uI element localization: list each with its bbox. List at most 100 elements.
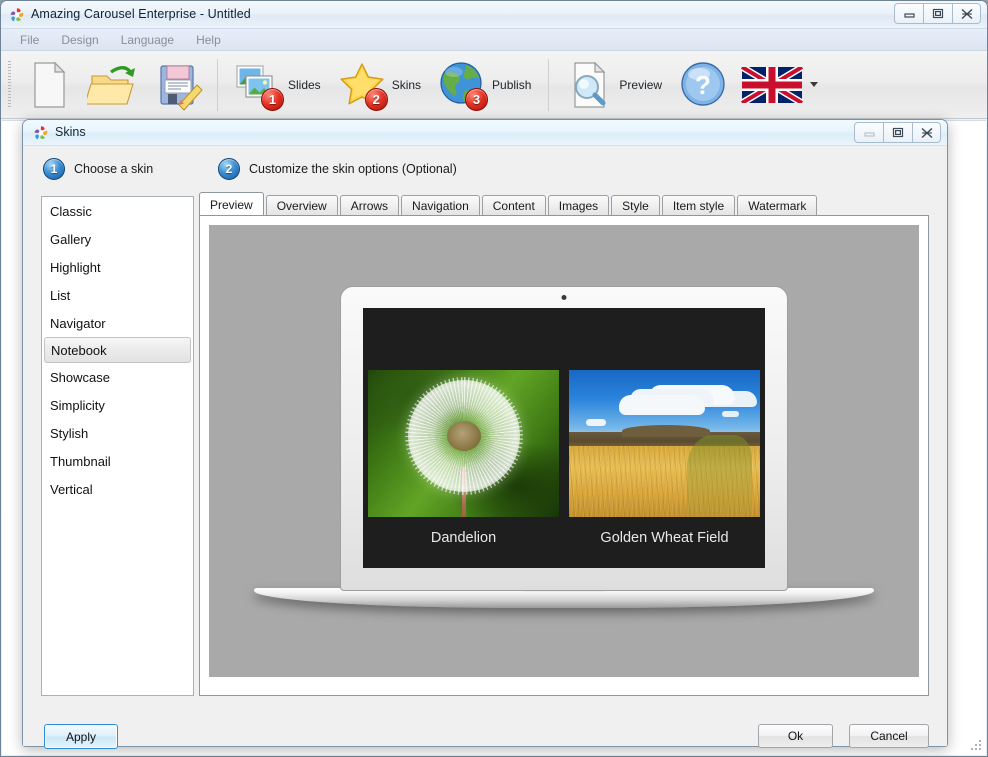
preview-magnifier-icon xyxy=(563,58,615,112)
open-folder-icon xyxy=(84,58,139,112)
carousel: Dandelion Golden Wheat Field xyxy=(363,370,765,546)
skin-list-item-list[interactable]: List xyxy=(42,281,193,309)
restore-button[interactable] xyxy=(923,3,952,24)
step-2-label: Customize the skin options (Optional) xyxy=(249,162,457,176)
skin-list-item-gallery[interactable]: Gallery xyxy=(42,225,193,253)
dialog-minimize-button[interactable] xyxy=(854,122,883,143)
toolbar-save-button[interactable] xyxy=(145,56,209,114)
tab-images[interactable]: Images xyxy=(547,195,610,216)
tab-arrows[interactable]: Arrows xyxy=(339,195,400,216)
toolbar-publish-button[interactable]: 3 Publish xyxy=(430,56,540,114)
minimize-button[interactable] xyxy=(894,3,923,24)
svg-text:?: ? xyxy=(695,70,711,100)
save-floppy-icon xyxy=(151,58,203,112)
laptop-lid: Dandelion Golden Wheat Field xyxy=(340,286,788,591)
toolbar: 1 Slides 2 Skins 3 Publish Preview ? xyxy=(1,51,987,119)
cancel-button[interactable]: Cancel xyxy=(849,724,929,748)
dialog-body: 1 Choose a skin 2 Customize the skin opt… xyxy=(23,146,947,749)
toolbar-grip[interactable] xyxy=(8,60,11,109)
toolbar-separator-2 xyxy=(548,58,550,111)
menu-item-help[interactable]: Help xyxy=(185,31,232,49)
toolbar-slides-label: Slides xyxy=(288,77,321,92)
menu-item-design[interactable]: Design xyxy=(50,31,109,49)
toolbar-new-button[interactable] xyxy=(17,56,81,114)
tab-navigation[interactable]: Navigation xyxy=(401,195,480,216)
skin-list-item-highlight[interactable]: Highlight xyxy=(42,253,193,281)
skins-badge: 2 xyxy=(364,87,388,111)
publish-badge: 3 xyxy=(465,87,489,111)
chevron-down-icon[interactable] xyxy=(810,82,819,87)
toolbar-open-button[interactable] xyxy=(81,56,145,114)
step-customize-options: 2 Customize the skin options (Optional) xyxy=(218,158,457,180)
toolbar-publish-label: Publish xyxy=(492,77,532,92)
laptop-base xyxy=(254,588,874,608)
tab-item-style[interactable]: Item style xyxy=(661,195,736,216)
toolbar-separator xyxy=(217,58,218,111)
skin-list-item-classic[interactable]: Classic xyxy=(42,197,193,225)
skin-list-item-thumbnail[interactable]: Thumbnail xyxy=(42,447,193,475)
tab-watermark[interactable]: Watermark xyxy=(737,195,818,216)
toolbar-slides-button[interactable]: 1 Slides xyxy=(226,56,330,114)
new-document-icon xyxy=(23,58,75,112)
toolbar-language-button[interactable] xyxy=(735,63,824,106)
cloud-icon xyxy=(721,411,739,418)
wheat-green-patch xyxy=(687,434,753,517)
dandelion-core xyxy=(446,421,481,452)
step-1-label: Choose a skin xyxy=(74,162,154,176)
globe-icon: 3 xyxy=(436,58,489,112)
slides-badge: 1 xyxy=(261,87,284,111)
step-2-badge: 2 xyxy=(218,158,240,180)
main-window-controls xyxy=(894,3,981,24)
tabs-row: Preview Overview Arrows Navigation Conte… xyxy=(199,192,819,216)
tab-content[interactable]: Content xyxy=(481,195,546,216)
toolbar-preview-label: Preview xyxy=(619,77,663,92)
app-logo-icon xyxy=(9,7,25,23)
slide-caption: Dandelion xyxy=(430,530,497,546)
tab-preview[interactable]: Preview xyxy=(199,192,264,216)
dialog-title: Skins xyxy=(55,125,86,139)
slides-images-icon: 1 xyxy=(232,58,284,112)
step-choose-skin: 1 Choose a skin xyxy=(43,158,153,180)
uk-flag-icon xyxy=(740,63,804,106)
app-title: Amazing Carousel Enterprise - Untitled xyxy=(31,7,251,21)
skin-list-item-showcase[interactable]: Showcase xyxy=(42,363,193,391)
tab-style[interactable]: Style xyxy=(611,195,660,216)
skin-list-item-simplicity[interactable]: Simplicity xyxy=(42,391,193,419)
skin-list-item-stylish[interactable]: Stylish xyxy=(42,419,193,447)
ok-button[interactable]: Ok xyxy=(758,724,833,748)
steps-row: 1 Choose a skin 2 Customize the skin opt… xyxy=(23,146,947,182)
dialog-logo-icon xyxy=(33,125,49,141)
skin-list-item-notebook[interactable]: Notebook xyxy=(44,337,191,363)
skin-list-item-vertical[interactable]: Vertical xyxy=(42,475,193,503)
toolbar-help-button[interactable]: ? xyxy=(671,56,735,114)
dialog-window-controls xyxy=(854,122,941,143)
dialog-restore-button[interactable] xyxy=(883,122,912,143)
tab-panel: Dandelion Golden Wheat Field xyxy=(199,215,929,696)
toolbar-skins-button[interactable]: 2 Skins xyxy=(330,56,430,114)
star-icon: 2 xyxy=(336,58,388,112)
menu-item-language[interactable]: Language xyxy=(110,31,185,49)
apply-button[interactable]: Apply xyxy=(44,724,118,749)
laptop-camera-icon xyxy=(561,295,567,300)
skin-list[interactable]: Classic Gallery Highlight List Navigator… xyxy=(41,196,194,696)
cloud-icon xyxy=(618,394,705,415)
toolbar-skins-label: Skins xyxy=(391,77,422,92)
menu-item-file[interactable]: File xyxy=(9,31,50,49)
dialog-titlebar: Skins xyxy=(23,120,947,146)
carousel-slide[interactable]: Golden Wheat Field xyxy=(569,370,760,546)
resize-grip[interactable] xyxy=(969,738,983,752)
main-titlebar: Amazing Carousel Enterprise - Untitled xyxy=(1,1,987,29)
dandelion-photo[interactable] xyxy=(368,370,559,517)
skins-dialog: Skins 1 Choose a skin 2 Customize the sk… xyxy=(22,119,948,749)
carousel-slide[interactable]: Dandelion xyxy=(368,370,559,546)
laptop-screen: Dandelion Golden Wheat Field xyxy=(363,308,765,568)
close-button[interactable] xyxy=(952,3,981,24)
wheat-field-photo[interactable] xyxy=(569,370,760,517)
laptop-mockup: Dandelion Golden Wheat Field xyxy=(254,286,874,616)
slide-caption: Golden Wheat Field xyxy=(600,530,729,546)
skin-list-item-navigator[interactable]: Navigator xyxy=(42,309,193,337)
preview-stage: Dandelion Golden Wheat Field xyxy=(209,225,919,677)
toolbar-preview-button[interactable]: Preview xyxy=(557,56,671,114)
dialog-close-button[interactable] xyxy=(912,122,941,143)
tab-overview[interactable]: Overview xyxy=(265,195,338,216)
